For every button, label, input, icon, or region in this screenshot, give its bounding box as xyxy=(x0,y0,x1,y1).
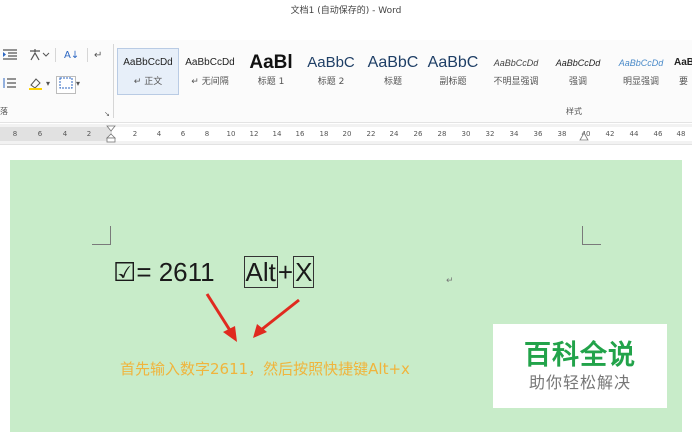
ruler-tick: 6 xyxy=(37,130,43,138)
borders-dropdown-chevron-down-icon[interactable]: ▾ xyxy=(76,76,80,92)
style-sample: AaBbCcDd xyxy=(618,58,664,68)
ruler-tick: 10 xyxy=(226,130,236,138)
ruler-tick: 18 xyxy=(319,130,329,138)
ruler-tick: 46 xyxy=(653,130,663,138)
toolbar-divider xyxy=(55,48,56,62)
right-indent-marker-icon[interactable] xyxy=(578,131,590,143)
ruler-tick: 42 xyxy=(605,130,615,138)
horizontal-ruler[interactable]: 8 6 4 2 2 4 6 8 10 12 14 16 18 20 22 24 … xyxy=(0,124,692,145)
style-sample: AaBbCcDd xyxy=(493,58,539,68)
red-arrows-icon xyxy=(205,293,300,342)
styles-group-label: 样式 xyxy=(566,107,582,116)
ruler-tick: 44 xyxy=(629,130,639,138)
chinese-layout-icon[interactable] xyxy=(28,48,50,64)
ruler-tick: 4 xyxy=(156,130,162,138)
indent-marker-icon[interactable] xyxy=(106,125,116,143)
ruler-tick: 12 xyxy=(249,130,259,138)
style-name: 标题 2 xyxy=(317,77,345,87)
margin-crop-mark xyxy=(92,226,111,245)
style-sample: AaBbC xyxy=(367,54,419,71)
style-heading-2[interactable]: AaBbC 标题 2 xyxy=(301,48,361,95)
style-name: ↵ 无间隔 xyxy=(191,77,229,87)
paragraph-group-label: 落 xyxy=(0,107,8,116)
ruler-tick: 24 xyxy=(389,130,399,138)
watermark-subtitle: 助你轻松解决 xyxy=(528,373,631,392)
ruler-tick: 36 xyxy=(533,130,543,138)
x-key-text: X xyxy=(293,256,315,288)
style-sample: AaBbC xyxy=(307,54,355,71)
ruler-tick: 22 xyxy=(366,130,376,138)
style-sample: AaBbCcDd xyxy=(555,58,601,68)
sort-icon[interactable]: A↓ xyxy=(64,48,79,64)
document-text-line: ☑= 2611 Alt+X xyxy=(113,252,315,292)
style-no-spacing[interactable]: AaBbCcDd ↵ 无间隔 xyxy=(179,48,241,95)
window-title: 文档1 (自动保存的) - Word xyxy=(0,0,692,24)
checkbox-symbol: ☑ xyxy=(113,257,137,287)
style-name: 强调 xyxy=(568,77,587,87)
watermark-logo: 百科全说 助你轻松解决 xyxy=(493,324,667,408)
style-name: ↵ 正文 xyxy=(133,77,163,87)
ruler-tick: 14 xyxy=(272,130,282,138)
style-heading-1[interactable]: AaBl 标题 1 xyxy=(241,48,301,95)
shading-dropdown-chevron-down-icon[interactable]: ▾ xyxy=(46,76,50,92)
ruler-tick: 4 xyxy=(62,130,68,138)
ruler-tick: 26 xyxy=(413,130,423,138)
paragraph-dialog-launcher-icon[interactable]: ↘ xyxy=(104,110,110,118)
ruler-tick: 38 xyxy=(557,130,567,138)
paragraph-mark: ↵ xyxy=(446,276,454,286)
style-name: 要 xyxy=(678,77,688,87)
toolbar-divider xyxy=(87,48,88,62)
ruler-tick: 8 xyxy=(204,130,210,138)
watermark-title: 百科全说 xyxy=(524,340,636,371)
paragraph-group: A↓ ↵ ▾ ▾ xyxy=(0,46,112,106)
ruler-tick: 32 xyxy=(485,130,495,138)
style-sample: AaBbC xyxy=(427,54,479,71)
style-name: 明显强调 xyxy=(622,77,659,87)
ribbon: A↓ ↵ ▾ ▾ 落 ↘ 样式 AaBbCcDd ↵ 正文 AaBbCcDd ↵… xyxy=(0,40,692,123)
instruction-text: 首先输入数字2611，然后按照快捷键Alt+x xyxy=(120,360,410,378)
style-name: 不明显强调 xyxy=(493,77,539,87)
increase-indent-icon[interactable] xyxy=(2,48,18,64)
style-title[interactable]: AaBbC 标题 xyxy=(363,48,423,95)
style-sample: AaB xyxy=(674,57,692,68)
ruler-tick: 8 xyxy=(12,130,18,138)
equals-text: = 2611 xyxy=(136,257,215,287)
line-spacing-icon[interactable] xyxy=(2,76,16,92)
style-intense-emphasis[interactable]: AaBbCcDd 明显强调 xyxy=(609,48,673,95)
style-subtle-emphasis[interactable]: AaBbCcDd 不明显强调 xyxy=(485,48,547,95)
style-subtitle[interactable]: AaBbC 副标题 xyxy=(423,48,483,95)
alt-key-text: Alt xyxy=(243,256,278,288)
ruler-tick: 28 xyxy=(437,130,447,138)
style-strong-partial[interactable]: AaB 要 xyxy=(673,48,692,95)
ruler-tick: 20 xyxy=(342,130,352,138)
group-divider xyxy=(113,44,114,118)
style-sample: AaBbCcDd xyxy=(123,57,173,68)
style-name: 标题 xyxy=(383,77,402,87)
style-sample: AaBl xyxy=(249,52,293,73)
ruler-tick: 30 xyxy=(461,130,471,138)
style-normal[interactable]: AaBbCcDd ↵ 正文 xyxy=(117,48,179,95)
style-name: 副标题 xyxy=(439,77,467,87)
plus-text: + xyxy=(277,257,294,287)
styles-gallery: AaBbCcDd ↵ 正文 AaBbCcDd ↵ 无间隔 AaBl 标题 1 A… xyxy=(117,48,692,95)
style-name: 标题 1 xyxy=(257,77,285,87)
ruler-tick: 2 xyxy=(86,130,92,138)
ruler-tick: 2 xyxy=(132,130,138,138)
borders-button[interactable] xyxy=(56,76,76,94)
shading-icon[interactable] xyxy=(28,76,46,92)
show-marks-icon[interactable]: ↵ xyxy=(94,48,102,64)
ruler-tick: 16 xyxy=(295,130,305,138)
margin-crop-mark xyxy=(582,226,601,245)
style-emphasis[interactable]: AaBbCcDd 强调 xyxy=(547,48,609,95)
style-sample: AaBbCcDd xyxy=(185,57,235,68)
ruler-tick: 48 xyxy=(676,130,686,138)
ruler-tick: 6 xyxy=(180,130,186,138)
ruler-tick: 34 xyxy=(509,130,519,138)
